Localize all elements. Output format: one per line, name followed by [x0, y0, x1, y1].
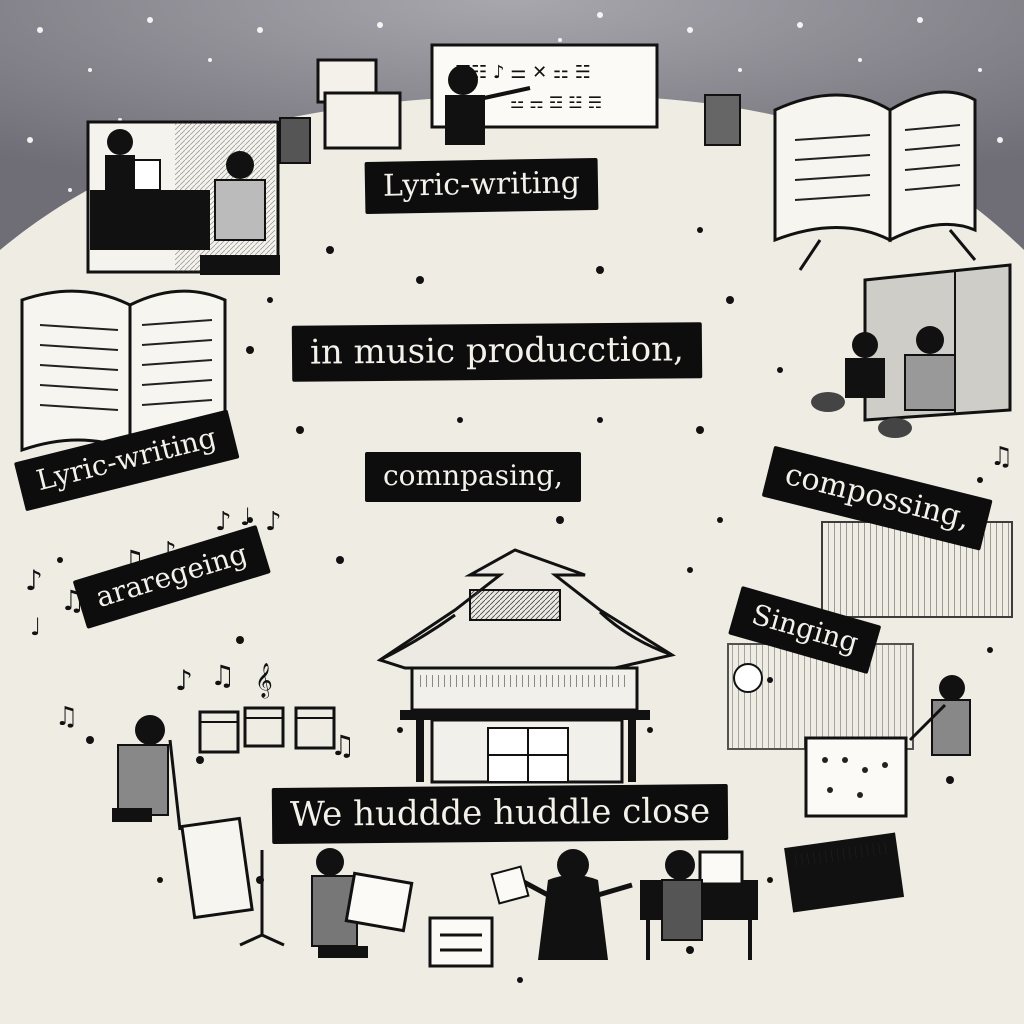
open-book-icon [773, 90, 977, 271]
music-production-banner: in music producction, [291, 322, 703, 382]
conductor-icon [490, 849, 633, 960]
piano-icon [784, 832, 905, 913]
banner-text: We huddde huddle close [289, 791, 711, 835]
svg-text:♩: ♩ [30, 613, 41, 641]
banner-text: in music producction, [309, 329, 685, 373]
svg-text:𝄞: 𝄞 [255, 663, 273, 699]
svg-text:♪: ♪ [25, 564, 43, 597]
svg-text:♫: ♫ [210, 659, 235, 692]
composing-banner-center: comnpasing, [365, 452, 581, 502]
huddle-close-banner: We huddde huddle close [271, 784, 729, 844]
music-stand-icon [811, 263, 1012, 438]
svg-text:♫: ♫ [55, 702, 78, 732]
piano-icon [640, 850, 758, 960]
svg-text:⚍ ⚎ ☲ ☳ ☴: ⚍ ⚎ ☲ ☳ ☴ [510, 93, 602, 112]
svg-text:♫: ♫ [330, 729, 355, 762]
reader-musician [311, 848, 494, 968]
flute-player-icon [112, 715, 182, 831]
svg-text:♫: ♫ [990, 442, 1013, 472]
banner-text: Lyric-writing [382, 165, 581, 204]
music-stand-icon [180, 816, 285, 947]
svg-text:♪: ♪ [175, 664, 193, 697]
pagoda-building-icon [376, 548, 676, 784]
lyric-writing-banner-top: Lyric-writing [364, 157, 599, 215]
svg-text:♪: ♪ [265, 507, 282, 537]
music-stand-icon [198, 706, 336, 754]
piano-room-scene [86, 120, 280, 275]
banner-text: comnpasing, [383, 459, 563, 492]
